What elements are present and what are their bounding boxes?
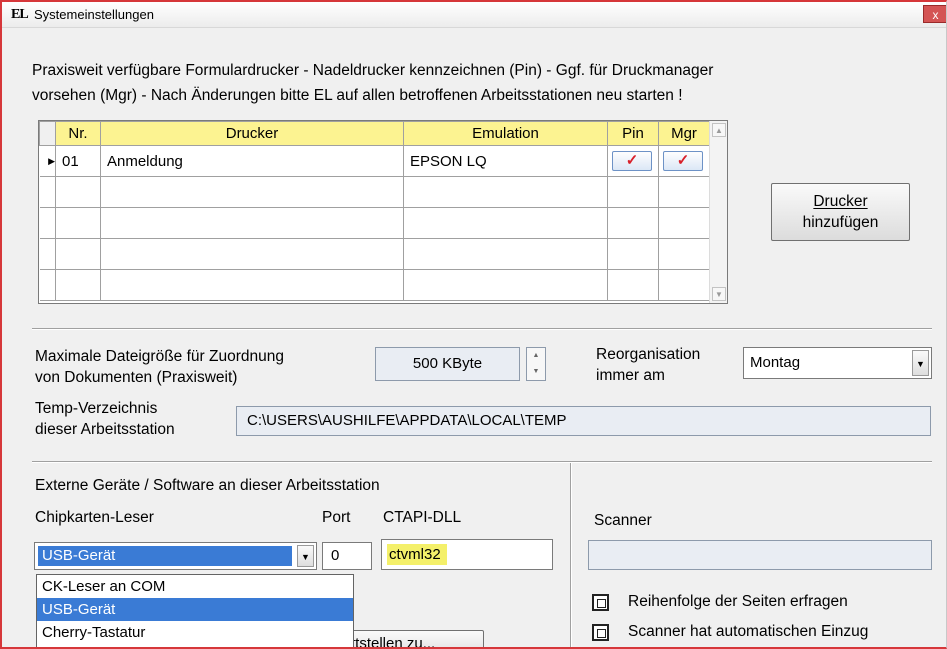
file-size-field[interactable]: 500 KByte [375,347,520,381]
col-emulation-header[interactable]: Emulation [403,121,608,146]
row-selector: ▶ [39,145,56,177]
table-row[interactable] [39,238,710,270]
pin-checkbox[interactable]: ✓ [612,151,652,171]
table-row[interactable] [39,207,710,239]
divider [570,463,572,647]
temp-dir-label-line: dieser Arbeitsstation [35,421,175,438]
list-item[interactable]: Cherry-Tastatur [37,621,353,644]
dll-input[interactable]: ctvml32 [381,539,553,570]
port-input[interactable]: 0 [322,542,372,570]
auto-feed-label: Scanner hat automatischen Einzug [628,623,869,640]
port-label: Port [322,509,351,526]
list-item[interactable]: CK-Leser an COM [37,575,353,598]
table-row[interactable] [39,176,710,208]
dll-label: CTAPI-DLL [383,509,462,526]
scanner-field[interactable] [588,540,932,570]
file-size-label: Maximale Dateigröße für Zuordnung von Do… [35,346,284,388]
reorg-label: Reorganisation immer am [596,344,700,386]
temp-dir-field[interactable]: C:\USERS\AUSHILFE\APPDATA\LOCAL\TEMP [236,406,931,436]
scroll-up-icon[interactable]: ▲ [712,123,726,137]
file-size-spinner[interactable]: ▲ ▼ [526,347,546,381]
col-mgr-header[interactable]: Mgr [658,121,710,146]
grid-header-row: Nr. Drucker Emulation Pin Mgr [39,121,710,146]
close-button[interactable]: x [923,5,946,23]
list-item[interactable]: USB-Gerät [37,598,353,621]
window-title: Systemeinstellungen [34,7,154,22]
cell-drucker[interactable]: Anmeldung [100,145,404,177]
external-section-title: Externe Geräte / Software an dieser Arbe… [35,477,380,494]
chipcard-dropdown-list[interactable]: CK-Leser an COM USB-Gerät Cherry-Tastatu… [36,574,354,647]
info-line: Praxisweit verfügbare Formulardrucker - … [32,62,714,79]
add-printer-label-1: Drucker [813,193,868,210]
chevron-down-icon[interactable]: ▼ [912,350,929,376]
page-order-checkbox[interactable] [592,594,609,611]
reorg-label-line: Reorganisation [596,346,701,363]
auto-feed-checkbox[interactable] [592,624,609,641]
divider [32,328,932,330]
table-row[interactable] [39,269,710,301]
chipcard-label: Chipkarten-Leser [35,509,154,526]
file-size-label-line: Maximale Dateigröße für Zuordnung [35,348,284,365]
cell-mgr[interactable]: ✓ [658,145,710,177]
page-order-label: Reihenfolge der Seiten erfragen [628,593,848,610]
divider [32,461,932,463]
col-pin-header[interactable]: Pin [607,121,659,146]
chevron-down-icon[interactable]: ▼ [297,545,314,567]
table-row[interactable]: ▶ 01 Anmeldung EPSON LQ ✓ ✓ [39,145,710,177]
info-line: vorsehen (Mgr) - Nach Änderungen bitte E… [32,87,683,104]
dll-value: ctvml32 [387,544,447,565]
col-drucker-header[interactable]: Drucker [100,121,404,146]
cell-emulation[interactable]: EPSON LQ [403,145,608,177]
chipcard-select[interactable]: USB-Gerät ▼ [34,542,317,570]
col-nr-header[interactable]: Nr. [55,121,101,146]
title-bar: EL Systemeinstellungen x [2,2,946,28]
spin-up-icon[interactable]: ▲ [527,348,545,364]
reorg-day-value: Montag [750,354,801,371]
add-printer-button[interactable]: Drucker hinzufügen [771,183,910,241]
scroll-down-icon[interactable]: ▼ [712,287,726,301]
printer-grid[interactable]: Nr. Drucker Emulation Pin Mgr ▶ 01 Anmel… [38,120,728,304]
cell-nr[interactable]: 01 [55,145,101,177]
spin-down-icon[interactable]: ▼ [527,364,545,380]
grid-scrollbar[interactable]: ▲ ▼ [709,121,727,303]
close-icon: x [932,8,939,22]
temp-dir-label: Temp-Verzeichnis dieser Arbeitsstation [35,398,175,440]
file-size-label-line: von Dokumenten (Praxisweit) [35,369,238,386]
app-icon: EL [11,7,29,22]
scanner-label: Scanner [594,512,652,529]
reorg-day-select[interactable]: Montag ▼ [743,347,932,379]
row-pointer-icon: ▶ [48,155,55,166]
settings-window: EL Systemeinstellungen x Praxisweit verf… [0,0,947,649]
add-printer-label-2: hinzufügen [802,214,879,231]
interface-button[interactable]: ttstellen zu... [332,630,484,647]
chipcard-value: USB-Gerät [38,546,292,566]
temp-dir-label-line: Temp-Verzeichnis [35,400,158,417]
reorg-label-line: immer am [596,367,665,384]
info-text: Praxisweit verfügbare Formulardrucker - … [32,58,932,108]
mgr-checkbox[interactable]: ✓ [663,151,703,171]
cell-pin[interactable]: ✓ [607,145,659,177]
grid-corner [39,121,56,146]
